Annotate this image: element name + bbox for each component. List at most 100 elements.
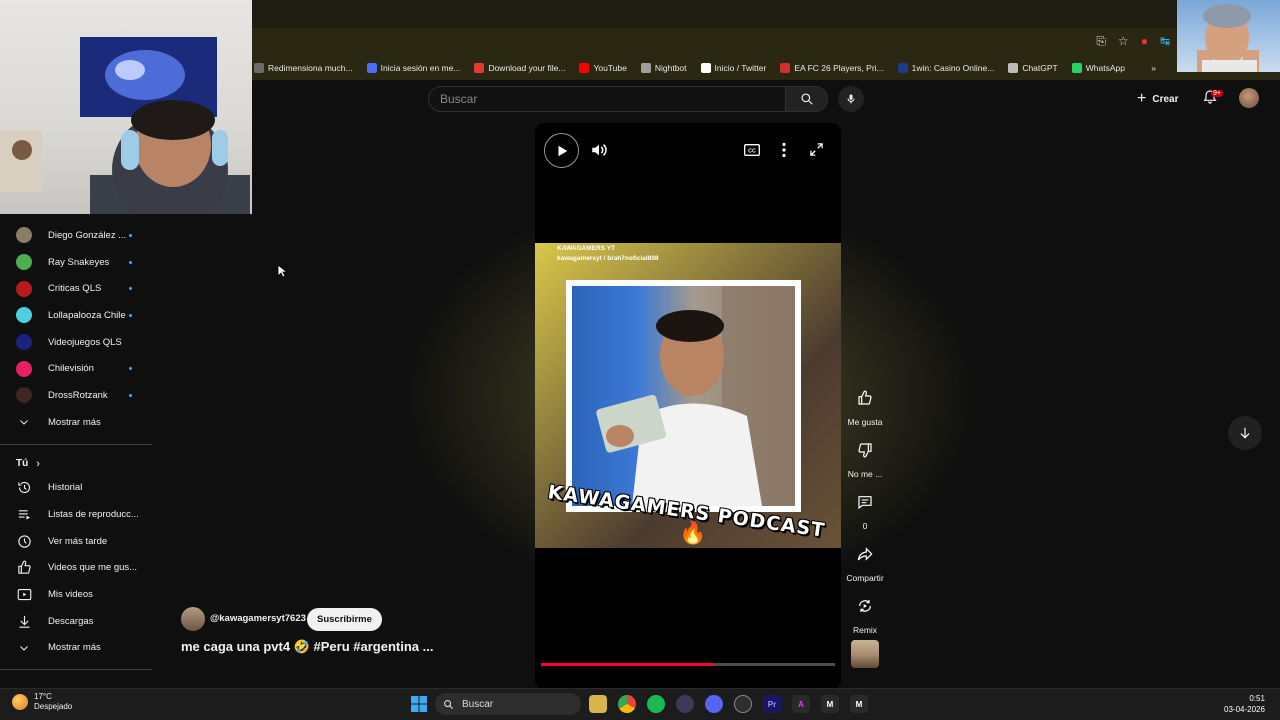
new-content-dot [129, 233, 132, 237]
app-icon[interactable]: M [850, 695, 868, 713]
bookmark-item[interactable]: ChatGPT [1008, 63, 1058, 73]
subscription-item[interactable]: Videojuegos QLS [0, 329, 152, 356]
sidebar-item-my-videos[interactable]: Mis videos [0, 581, 152, 608]
app-icon[interactable]: M [821, 695, 839, 713]
fire-icon: 🔥 [679, 520, 707, 545]
spotify-icon[interactable] [647, 695, 665, 713]
bookmark-item[interactable]: EA FC 26 Players, Pri... [780, 63, 884, 73]
subscription-item[interactable]: Chilevisión [0, 355, 152, 382]
volume-button[interactable] [590, 141, 608, 164]
fullscreen-icon [810, 143, 823, 156]
more-bookmarks-button[interactable]: » [1151, 63, 1156, 73]
svg-text:CC: CC [748, 149, 756, 155]
taskbar-search[interactable]: Buscar [435, 693, 581, 715]
system-clock[interactable]: 0:51 03-04-2026 [1224, 693, 1265, 715]
watch-later-icon [16, 533, 32, 549]
sidebar-item-watch-later[interactable]: Ver más tarde [0, 528, 152, 555]
bookmark-favicon-icon [640, 63, 651, 73]
bookmark-label: 1win: Casino Online... [911, 63, 995, 73]
show-more-you[interactable]: Mostrar más [0, 635, 152, 662]
subscription-item[interactable]: Criticas QLS [0, 275, 152, 302]
bookmark-star-icon[interactable]: ☆ [1118, 34, 1129, 49]
subscription-item[interactable]: DrossRotzank [0, 382, 152, 409]
sidebar-item-playlist[interactable]: Listas de reproducc... [0, 501, 152, 528]
premiere-icon[interactable]: Pr [763, 695, 781, 713]
captions-icon: CC [744, 144, 760, 156]
arrow-down-icon [1240, 427, 1250, 439]
bookmark-item[interactable]: YouTube [579, 63, 627, 73]
obs-icon[interactable] [734, 695, 752, 713]
like-button[interactable] [847, 380, 883, 416]
extension-icon[interactable]: ● [1141, 34, 1148, 49]
channel-avatar [16, 387, 32, 404]
account-avatar[interactable] [1239, 88, 1259, 108]
app-icon[interactable]: A [792, 695, 810, 713]
remix-button[interactable] [847, 588, 883, 624]
sidebar-item-history[interactable]: Historial [0, 475, 152, 502]
create-button[interactable]: + Crear [1137, 88, 1178, 110]
next-video-button[interactable] [1228, 416, 1262, 450]
share-button[interactable] [847, 536, 883, 572]
video-photo-card [566, 280, 801, 512]
history-icon [16, 480, 32, 496]
channel-avatar [16, 307, 32, 324]
sidebar-item-like[interactable]: Videos que me gus... [0, 555, 152, 582]
chevron-down-icon [16, 640, 32, 656]
bookmark-favicon-icon [1008, 63, 1019, 73]
bookmark-label: Nightbot [654, 63, 687, 73]
fullscreen-button[interactable] [809, 142, 824, 162]
dislike-action[interactable]: No me ... [845, 432, 885, 479]
you-section-title[interactable]: Tú › [0, 453, 152, 475]
discord-icon[interactable] [705, 695, 723, 713]
windows-start-button[interactable] [410, 695, 428, 713]
overlay-line-1: KAWAGAMERS YT [557, 245, 616, 252]
bookmark-item[interactable]: 1win: Casino Online... [897, 63, 995, 73]
show-more-subscriptions[interactable]: Mostrar más [0, 409, 152, 436]
more-options-button[interactable] [781, 142, 787, 163]
taskbar-search-label: Buscar [462, 698, 494, 710]
share-icon [857, 547, 873, 561]
bookmark-item[interactable]: Redimensiona much... [254, 63, 353, 73]
file-explorer-icon[interactable] [589, 695, 607, 713]
channel-avatar [16, 360, 32, 377]
video-title[interactable]: me caga una pvt4 🤣 #Peru #argentina ... [181, 639, 433, 655]
bookmark-item[interactable]: WhatsApp [1071, 63, 1125, 73]
weather-widget[interactable]: 17°C Despejado [12, 692, 72, 712]
app-icon[interactable] [676, 695, 694, 713]
sound-thumbnail[interactable] [851, 640, 879, 668]
play-button[interactable] [544, 133, 579, 168]
search-input[interactable]: Buscar [428, 86, 786, 112]
subscription-label: Ray Snakeyes [48, 256, 110, 268]
channel-handle[interactable]: @kawagamersyt7623 [210, 613, 306, 624]
bookmark-item[interactable]: Inicio / Twitter [700, 63, 766, 73]
search-button[interactable] [786, 86, 828, 112]
bookmark-item[interactable]: Inicia sesión en me... [366, 63, 460, 73]
comments-button[interactable] [847, 484, 883, 520]
bookmark-label: EA FC 26 Players, Pri... [794, 63, 884, 73]
voice-search-button[interactable] [838, 86, 864, 112]
dislike-button[interactable] [847, 432, 883, 468]
dislike-label: No me ... [847, 469, 883, 479]
download-icon [16, 613, 32, 629]
clock-time: 0:51 [1249, 694, 1265, 703]
subscription-item[interactable]: Ray Snakeyes [0, 249, 152, 276]
bookmark-item[interactable]: Nightbot [640, 63, 687, 73]
subscription-item[interactable]: Diego González ... [0, 222, 152, 249]
like-action[interactable]: Me gusta [845, 380, 885, 427]
sidebar-item-download[interactable]: Descargas [0, 608, 152, 635]
captions-button[interactable]: CC [744, 143, 760, 162]
bookmark-label: ChatGPT [1022, 63, 1058, 73]
chrome-icon[interactable] [618, 695, 636, 713]
share-action[interactable]: Compartir [845, 536, 885, 583]
translate-extension-icon[interactable]: ↹ [1160, 34, 1170, 49]
new-content-dot [129, 260, 132, 264]
subscribe-button[interactable]: Suscribirme [307, 608, 382, 631]
subscription-item[interactable]: Lollapalooza Chile [0, 302, 152, 329]
remix-action[interactable]: Remix [845, 588, 885, 635]
install-app-icon[interactable]: ⎘ [1096, 34, 1106, 49]
like-label: Me gusta [847, 417, 883, 427]
comments-action[interactable]: 0 [845, 484, 885, 531]
channel-avatar[interactable] [181, 607, 205, 631]
bookmark-item[interactable]: Download your file... [474, 63, 565, 73]
show-more-label: Mostrar más [48, 416, 101, 428]
